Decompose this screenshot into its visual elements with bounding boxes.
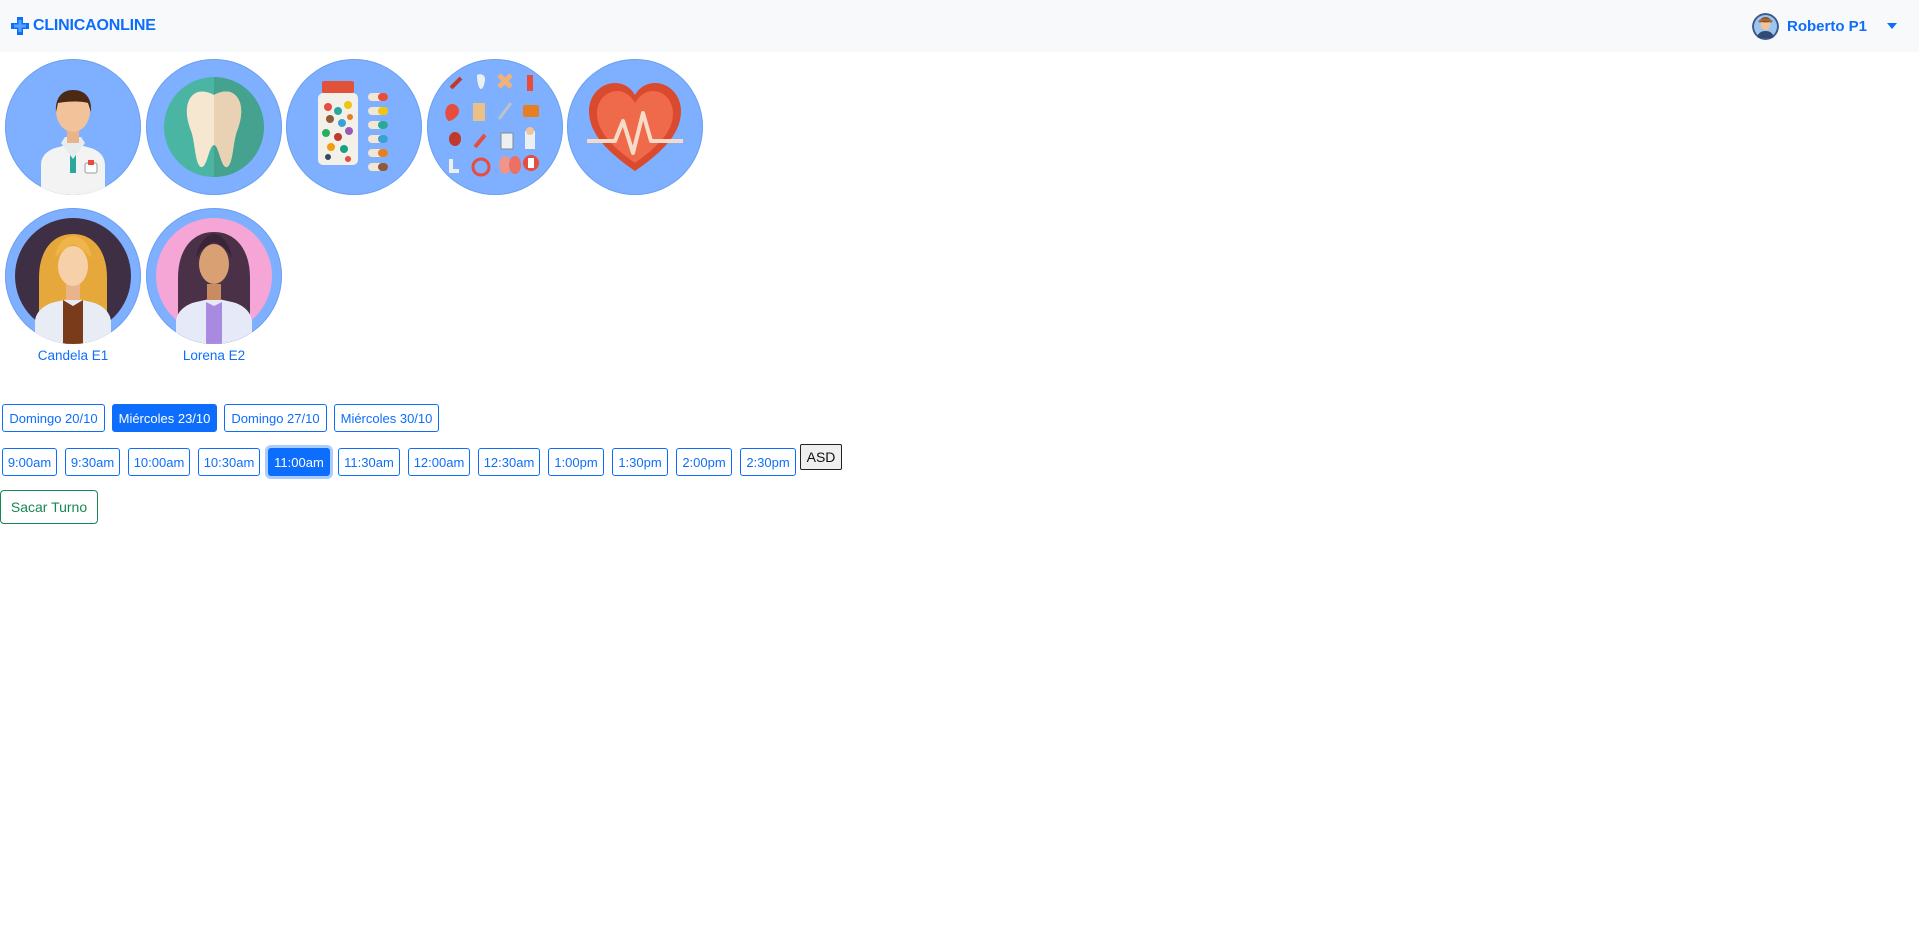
heart-pulse-icon (587, 83, 683, 171)
day-button-selected[interactable]: Miércoles 23/10 (112, 404, 217, 432)
professional-candela[interactable] (5, 208, 141, 344)
time-slot-button[interactable]: 2:30pm (740, 448, 796, 476)
time-slot-button[interactable]: 1:30pm (612, 448, 668, 476)
professional-name: Candela E1 (37, 348, 109, 363)
time-slot-button[interactable]: 2:00pm (676, 448, 732, 476)
time-slot-button[interactable]: 9:00am (2, 448, 57, 476)
day-button[interactable]: Miércoles 30/10 (334, 404, 439, 432)
chevron-down-icon (1887, 23, 1897, 29)
brand-name: CLINICAONLINE (33, 17, 156, 34)
user-menu-toggle[interactable]: Roberto P1 (1751, 12, 1897, 40)
specialty-doctor[interactable] (5, 59, 141, 195)
day-button[interactable]: Domingo 20/10 (2, 404, 105, 432)
time-slot-button[interactable]: 12:30am (478, 448, 540, 476)
navbar: CLINICAONLINE Roberto P1 (0, 0, 1919, 52)
time-slot-button[interactable]: 9:30am (65, 448, 120, 476)
doctor-icon (41, 90, 105, 195)
time-slot-button[interactable]: 10:00am (128, 448, 190, 476)
sacar-turno-button[interactable]: Sacar Turno (0, 490, 98, 524)
medical-cross-icon (11, 17, 29, 35)
time-slot-button[interactable]: 1:00pm (548, 448, 604, 476)
professional-lorena[interactable] (146, 208, 282, 344)
time-slot-button-selected[interactable]: 11:00am (268, 448, 330, 476)
user-avatar (1751, 12, 1779, 40)
specialty-general[interactable] (427, 59, 563, 195)
specialty-dentistry[interactable] (146, 59, 282, 195)
time-slot-button[interactable]: 10:30am (198, 448, 260, 476)
woman-doctor-blonde-icon (15, 218, 131, 344)
user-name: Roberto P1 (1786, 17, 1867, 35)
specialty-pharmacy[interactable] (286, 59, 422, 195)
tooth-icon (164, 77, 264, 177)
time-slot-button[interactable]: 11:30am (338, 448, 400, 476)
medical-items-icon (445, 73, 539, 177)
asd-button[interactable]: ASD (800, 444, 842, 470)
time-slot-button[interactable]: 12:00am (408, 448, 470, 476)
day-button[interactable]: Domingo 27/10 (224, 404, 327, 432)
brand-link[interactable]: CLINICAONLINE (10, 14, 156, 38)
woman-doctor-dark-icon (156, 218, 272, 344)
pills-icon (318, 81, 388, 171)
professional-name: Lorena E2 (182, 348, 246, 363)
specialty-cardiology[interactable] (567, 59, 703, 195)
